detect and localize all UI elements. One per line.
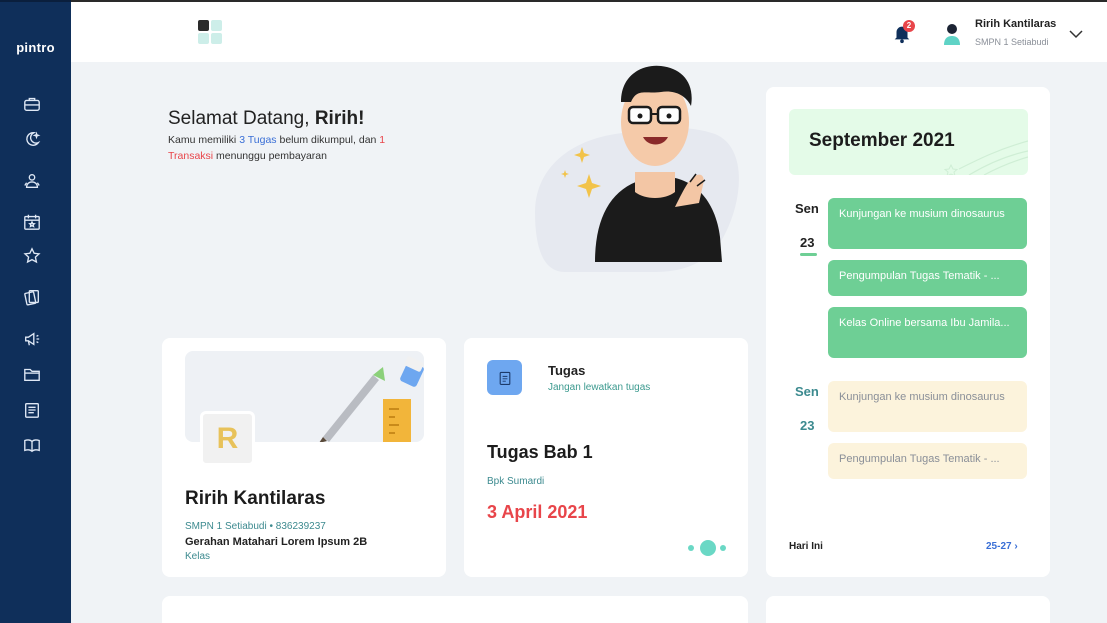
selected-day-indicator [800, 253, 817, 256]
calendar-month: September 2021 [809, 130, 955, 151]
users-icon[interactable] [22, 171, 42, 191]
profile-school: SMPN 1 Setiabudi • 836239237 [185, 521, 326, 532]
notification-badge: 2 [903, 20, 915, 32]
day-date: 23 [800, 418, 815, 433]
event-item[interactable]: Kunjungan ke musium dinosaurus [828, 198, 1027, 249]
calendar-header: September 2021 [789, 109, 1028, 175]
calendar-card: September 2021 Sen 23 Kunjungan ke musiu… [766, 87, 1050, 577]
grid-logo-icon[interactable] [198, 20, 222, 44]
profile-class: Kelas [185, 551, 211, 562]
notes-icon[interactable] [22, 400, 42, 420]
tasks-count-link[interactable]: 3 Tugas [239, 134, 276, 146]
transactions-link[interactable]: Transaksi [168, 150, 213, 162]
day-date: 23 [800, 235, 815, 250]
bottom-card [766, 596, 1050, 623]
top-bar: 2 Ririh Kantilaras SMPN 1 Setiabudi [71, 0, 1107, 62]
user-name: Ririh Kantilaras [975, 18, 1057, 30]
briefcase-icon[interactable] [22, 94, 42, 114]
profile-initial-avatar: R [200, 411, 255, 466]
task-title: Tugas [548, 363, 586, 378]
folder-icon[interactable] [22, 364, 42, 384]
moon-star-icon[interactable] [22, 129, 42, 149]
task-name: Tugas Bab 1 [487, 442, 593, 462]
star-icon[interactable] [22, 246, 42, 266]
chevron-down-icon[interactable] [1068, 27, 1084, 41]
user-avatar-icon[interactable] [943, 23, 961, 45]
task-subtitle: Jangan lewatkan tugas [548, 382, 651, 393]
megaphone-icon[interactable] [22, 329, 42, 349]
event-item[interactable]: Pengumpulan Tugas Tematik - ... [828, 260, 1027, 296]
date-range-next[interactable]: 25-27 › [986, 541, 1018, 552]
welcome-message: Kamu memiliki 3 Tugas belum dikumpul, da… [168, 134, 386, 162]
notification-bell-icon[interactable]: 2 [891, 20, 915, 46]
today-button[interactable]: Hari Ini [789, 541, 823, 552]
book-icon[interactable] [22, 435, 42, 455]
calendar-star-icon[interactable] [22, 212, 42, 232]
bottom-card [162, 596, 748, 623]
profile-card: R Ririh Kantilaras SMPN 1 Setiabudi • 83… [162, 338, 446, 577]
event-item[interactable]: Kunjungan ke musium dinosaurus [828, 381, 1027, 432]
event-item[interactable]: Pengumpulan Tugas Tematik - ... [828, 443, 1027, 479]
user-school: SMPN 1 Setiabudi [975, 37, 1049, 47]
carousel-dots[interactable] [688, 540, 728, 556]
event-item[interactable]: Kelas Online bersama Ibu Jamila... [828, 307, 1027, 358]
profile-name: Ririh Kantilaras [185, 488, 326, 509]
sidebar: pintro [0, 0, 71, 623]
day-label: Sen [795, 384, 819, 399]
clipboard-icon [487, 360, 522, 395]
task-teacher: Bpk Sumardi [487, 476, 545, 487]
task-due-date: 3 April 2021 [487, 502, 588, 522]
app-logo[interactable]: pintro [0, 40, 71, 55]
task-card[interactable]: Tugas Jangan lewatkan tugas Tugas Bab 1 … [464, 338, 748, 577]
cards-icon[interactable] [22, 287, 42, 307]
day-label: Sen [795, 201, 819, 216]
profile-address: Gerahan Matahari Lorem Ipsum 2B [185, 536, 368, 548]
welcome-title: Selamat Datang, Ririh! [168, 108, 365, 129]
teacher-illustration [535, 65, 739, 272]
welcome-name: Ririh! [314, 108, 365, 129]
